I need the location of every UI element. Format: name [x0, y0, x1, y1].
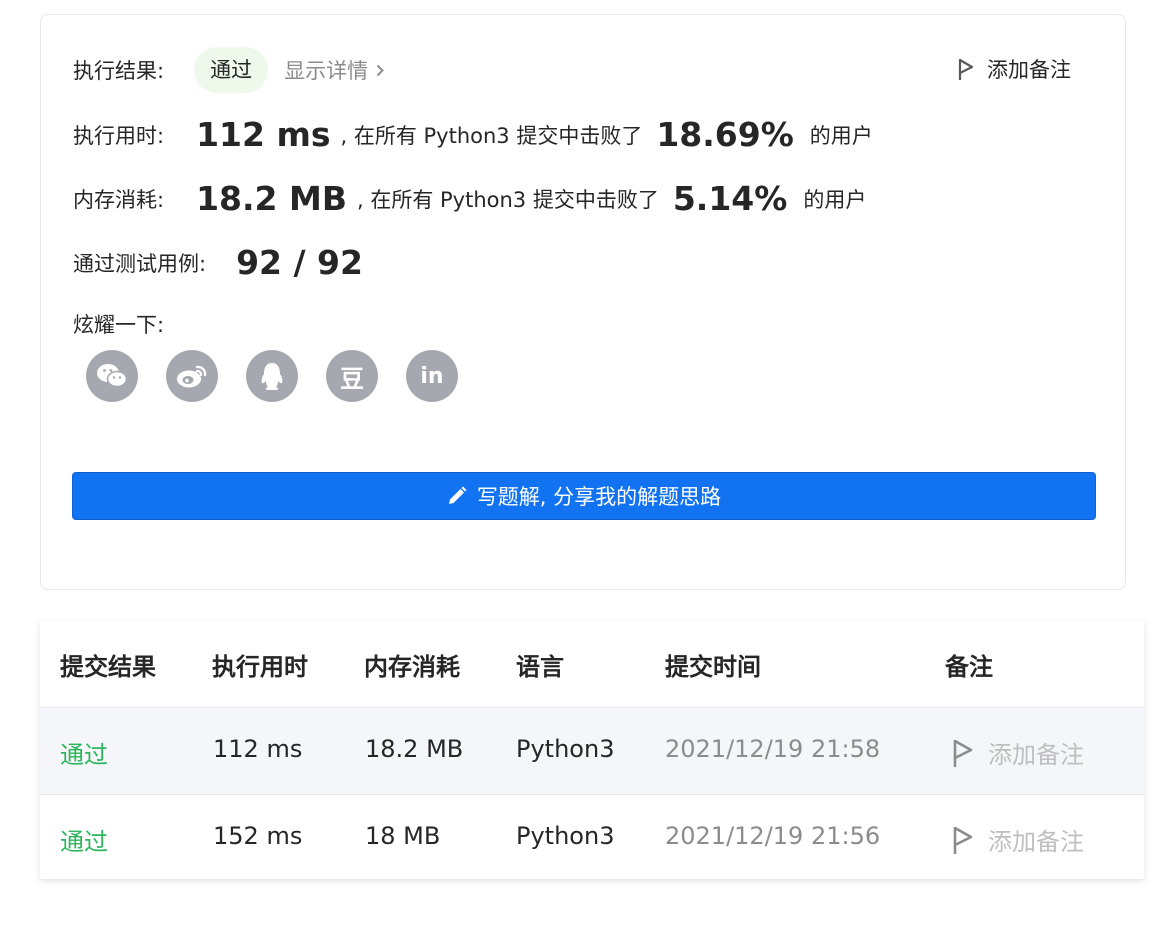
testcases-row: 通过测试用例: 92 / 92: [73, 243, 363, 282]
runtime-label: 执行用时:: [73, 123, 165, 148]
row-result-link[interactable]: 通过: [60, 735, 108, 770]
memory-row: 内存消耗: 18.2 MB , 在所有 Python3 提交中击败了 5.14%…: [73, 179, 866, 218]
share-label: 炫耀一下:: [73, 313, 165, 337]
row-submit-time: 2021/12/19 21:58: [665, 735, 881, 763]
weibo-icon[interactable]: [166, 350, 218, 402]
linkedin-icon[interactable]: in: [406, 350, 458, 402]
row-add-note-label: 添加备注: [988, 828, 1084, 856]
douban-icon[interactable]: 豆: [326, 350, 378, 402]
table-row[interactable]: 通过 152 ms 18 MB Python3 2021/12/19 21:56…: [40, 795, 1144, 881]
douban-glyph: 豆: [340, 364, 364, 393]
add-note-label: 添加备注: [987, 58, 1071, 82]
table-row[interactable]: 通过 112 ms 18.2 MB Python3 2021/12/19 21:…: [40, 708, 1144, 795]
row-language: Python3: [516, 735, 615, 763]
row-add-note-label: 添加备注: [988, 741, 1084, 769]
add-note-button[interactable]: 添加备注: [957, 57, 1071, 82]
pencil-icon: [448, 486, 467, 504]
row-add-note-button[interactable]: 添加备注: [952, 822, 1084, 857]
show-details-link[interactable]: 显示详情: [284, 55, 384, 85]
header-note: 备注: [945, 653, 993, 681]
row-add-note-button[interactable]: 添加备注: [952, 735, 1084, 770]
row-memory: 18.2 MB: [365, 735, 464, 763]
runtime-percent: 18.69%: [656, 115, 794, 154]
wechat-icon[interactable]: [86, 350, 138, 402]
share-label-row: 炫耀一下:: [73, 309, 164, 339]
memory-value: 18.2 MB: [196, 179, 347, 218]
linkedin-glyph: in: [420, 363, 444, 389]
result-label: 执行结果:: [73, 59, 165, 83]
row-language: Python3: [516, 822, 615, 850]
row-memory: 18 MB: [365, 822, 441, 850]
testcases-label: 通过测试用例:: [73, 251, 207, 276]
runtime-beat-text: , 在所有 Python3 提交中击败了: [340, 123, 643, 148]
testcases-value: 92 / 92: [236, 243, 363, 282]
runtime-suffix: 的用户: [809, 123, 873, 148]
header-runtime: 执行用时: [212, 653, 308, 681]
header-result: 提交结果: [60, 653, 156, 681]
status-badge: 通过: [194, 47, 269, 93]
write-solution-label: 写题解, 分享我的解题思路: [476, 485, 722, 509]
row-result-link[interactable]: 通过: [60, 822, 108, 857]
qq-icon[interactable]: [246, 350, 298, 402]
header-submit-time: 提交时间: [665, 653, 761, 681]
show-details-label: 显示详情: [284, 59, 369, 83]
row-submit-time: 2021/12/19 21:56: [665, 822, 881, 850]
memory-beat-text: , 在所有 Python3 提交中击败了: [356, 187, 659, 212]
chevron-right-icon: [376, 64, 384, 76]
flag-icon: [953, 826, 973, 854]
memory-suffix: 的用户: [803, 187, 867, 212]
memory-label: 内存消耗:: [73, 187, 165, 212]
flag-icon: [958, 59, 974, 80]
flag-icon: [953, 739, 973, 767]
submission-result-card: 执行结果: 通过 显示详情 添加备注 执行用时: 112 ms , 在所有 Py…: [40, 14, 1126, 590]
write-solution-button[interactable]: 写题解, 分享我的解题思路: [72, 472, 1096, 520]
table-header: 提交结果 执行用时 内存消耗 语言 提交时间 备注: [40, 621, 1144, 708]
memory-percent: 5.14%: [672, 179, 788, 218]
row-runtime: 152 ms: [213, 822, 303, 850]
runtime-row: 执行用时: 112 ms , 在所有 Python3 提交中击败了 18.69%…: [73, 115, 873, 154]
runtime-value: 112 ms: [196, 115, 331, 154]
share-icons: 豆 in: [86, 350, 486, 402]
result-row: 执行结果: 通过 显示详情: [73, 47, 384, 93]
submissions-table: 提交结果 执行用时 内存消耗 语言 提交时间 备注 通过 112 ms 18.2…: [40, 621, 1144, 879]
row-runtime: 112 ms: [213, 735, 303, 763]
header-memory: 内存消耗: [364, 653, 460, 681]
header-language: 语言: [516, 653, 564, 681]
